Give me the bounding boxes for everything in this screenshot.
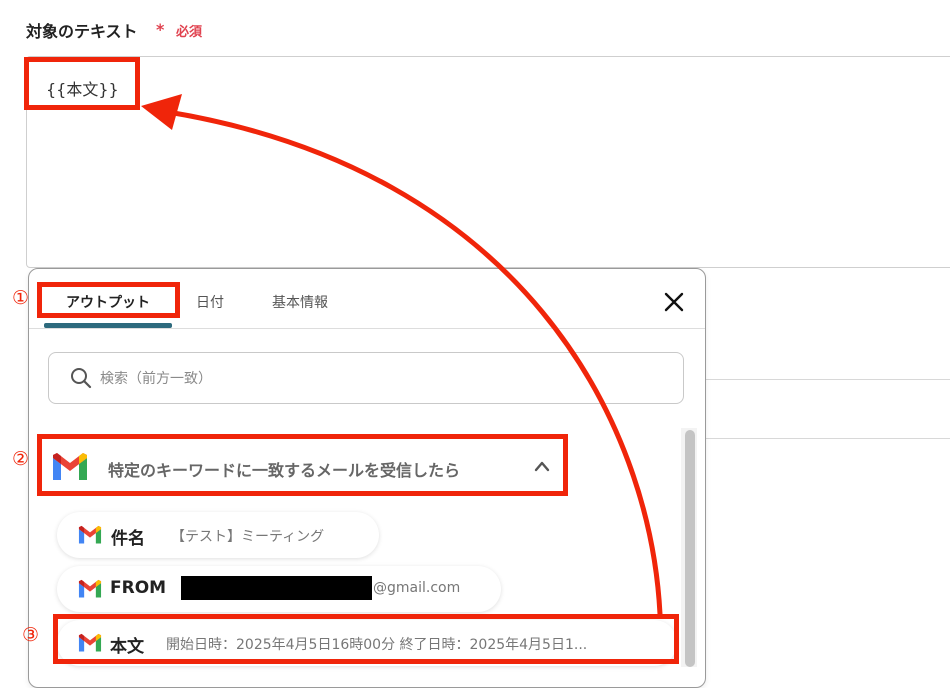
annotation-arrow <box>141 94 663 617</box>
